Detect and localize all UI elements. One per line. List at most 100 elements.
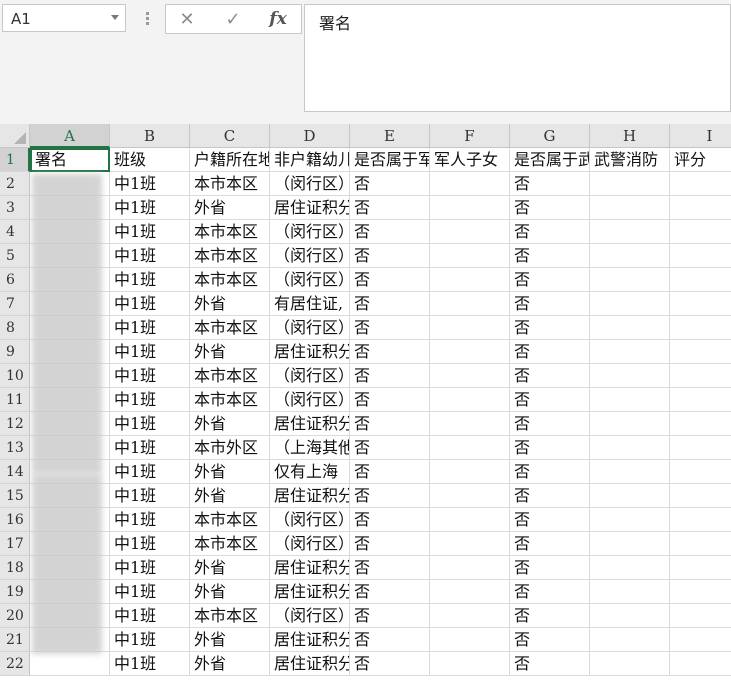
data-cell[interactable]: 居住证积分 — [270, 340, 350, 364]
data-cell[interactable] — [430, 340, 510, 364]
data-cell[interactable] — [670, 412, 731, 436]
row-header[interactable]: 18 — [0, 556, 30, 580]
data-cell[interactable] — [430, 244, 510, 268]
row-header[interactable]: 6 — [0, 268, 30, 292]
data-cell[interactable]: （闵行区） — [270, 316, 350, 340]
row-header[interactable]: 13 — [0, 436, 30, 460]
header-cell[interactable]: 户籍所在地 — [190, 148, 270, 172]
data-cell[interactable] — [430, 508, 510, 532]
data-cell[interactable]: 否 — [350, 508, 430, 532]
data-cell[interactable] — [590, 220, 670, 244]
column-header-d[interactable]: D — [270, 124, 350, 148]
row-header[interactable]: 17 — [0, 532, 30, 556]
data-cell[interactable]: 否 — [350, 412, 430, 436]
data-cell[interactable] — [670, 244, 731, 268]
data-cell[interactable]: 否 — [510, 268, 590, 292]
data-cell[interactable]: 否 — [350, 532, 430, 556]
data-cell[interactable] — [670, 556, 731, 580]
data-cell[interactable]: 中1班 — [110, 244, 190, 268]
data-cell[interactable]: 中1班 — [110, 532, 190, 556]
data-cell[interactable]: 中1班 — [110, 436, 190, 460]
data-cell[interactable]: 仅有上海 — [270, 460, 350, 484]
column-header-g[interactable]: G — [510, 124, 590, 148]
data-cell[interactable]: 否 — [350, 652, 430, 676]
data-cell[interactable] — [430, 604, 510, 628]
data-cell[interactable] — [590, 508, 670, 532]
data-cell[interactable]: 中1班 — [110, 340, 190, 364]
data-cell[interactable] — [430, 316, 510, 340]
data-cell[interactable]: 本市外区 — [190, 436, 270, 460]
data-cell[interactable]: 外省 — [190, 292, 270, 316]
data-cell[interactable] — [590, 316, 670, 340]
data-cell[interactable] — [590, 340, 670, 364]
data-cell[interactable]: 本市本区 — [190, 220, 270, 244]
data-cell[interactable]: 否 — [510, 652, 590, 676]
data-cell[interactable]: 本市本区 — [190, 364, 270, 388]
data-cell[interactable] — [670, 316, 731, 340]
row-header[interactable]: 2 — [0, 172, 30, 196]
data-cell[interactable] — [590, 196, 670, 220]
data-cell[interactable] — [590, 268, 670, 292]
data-cell[interactable] — [430, 556, 510, 580]
insert-function-icon[interactable]: fx — [263, 7, 293, 31]
data-cell[interactable] — [430, 652, 510, 676]
data-cell[interactable]: （闵行区） — [270, 268, 350, 292]
data-cell[interactable] — [430, 484, 510, 508]
data-cell[interactable]: 外省 — [190, 412, 270, 436]
row-header[interactable]: 5 — [0, 244, 30, 268]
data-cell[interactable] — [430, 532, 510, 556]
data-cell[interactable] — [590, 604, 670, 628]
data-cell[interactable]: 居住证积分 — [270, 484, 350, 508]
data-cell[interactable]: 有居住证, — [270, 292, 350, 316]
data-cell[interactable]: 中1班 — [110, 460, 190, 484]
row-header[interactable]: 14 — [0, 460, 30, 484]
data-cell[interactable] — [590, 436, 670, 460]
data-cell[interactable]: 中1班 — [110, 316, 190, 340]
data-cell[interactable] — [590, 244, 670, 268]
grip-icon[interactable] — [143, 10, 151, 30]
data-cell[interactable]: 外省 — [190, 556, 270, 580]
data-cell[interactable]: （闵行区） — [270, 364, 350, 388]
data-cell[interactable]: 否 — [350, 172, 430, 196]
data-cell[interactable] — [430, 196, 510, 220]
data-cell[interactable] — [670, 652, 731, 676]
data-cell[interactable]: （上海其他 — [270, 436, 350, 460]
data-cell[interactable]: 否 — [510, 172, 590, 196]
data-cell[interactable] — [430, 292, 510, 316]
column-header-h[interactable]: H — [590, 124, 670, 148]
header-cell[interactable]: 武警消防 — [590, 148, 670, 172]
data-cell[interactable]: 中1班 — [110, 484, 190, 508]
data-cell[interactable]: 否 — [510, 220, 590, 244]
chevron-down-icon[interactable] — [111, 15, 119, 20]
data-cell[interactable]: 否 — [350, 484, 430, 508]
column-header-a[interactable]: A — [30, 124, 110, 148]
row-header[interactable]: 19 — [0, 580, 30, 604]
data-cell[interactable] — [670, 508, 731, 532]
data-cell[interactable]: 否 — [510, 364, 590, 388]
data-cell[interactable] — [670, 580, 731, 604]
data-cell[interactable]: 否 — [350, 628, 430, 652]
data-cell[interactable] — [670, 484, 731, 508]
data-cell[interactable]: 否 — [510, 292, 590, 316]
data-cell[interactable] — [590, 388, 670, 412]
column-header-f[interactable]: F — [430, 124, 510, 148]
data-cell[interactable]: 否 — [350, 556, 430, 580]
data-cell[interactable]: 否 — [510, 340, 590, 364]
row-header[interactable]: 16 — [0, 508, 30, 532]
data-cell[interactable]: 中1班 — [110, 412, 190, 436]
data-cell[interactable]: 外省 — [190, 460, 270, 484]
data-cell[interactable] — [430, 412, 510, 436]
data-cell[interactable]: 否 — [350, 580, 430, 604]
data-cell[interactable]: 居住证积分 — [270, 580, 350, 604]
data-cell[interactable] — [670, 604, 731, 628]
data-cell[interactable] — [590, 580, 670, 604]
data-cell[interactable]: 否 — [510, 532, 590, 556]
data-cell[interactable]: 否 — [350, 460, 430, 484]
row-header[interactable]: 15 — [0, 484, 30, 508]
data-cell[interactable]: 否 — [350, 340, 430, 364]
row-header[interactable]: 21 — [0, 628, 30, 652]
data-cell[interactable]: （闵行区） — [270, 532, 350, 556]
data-cell[interactable]: （闵行区） — [270, 172, 350, 196]
data-cell[interactable]: 外省 — [190, 652, 270, 676]
data-cell[interactable]: 否 — [510, 484, 590, 508]
